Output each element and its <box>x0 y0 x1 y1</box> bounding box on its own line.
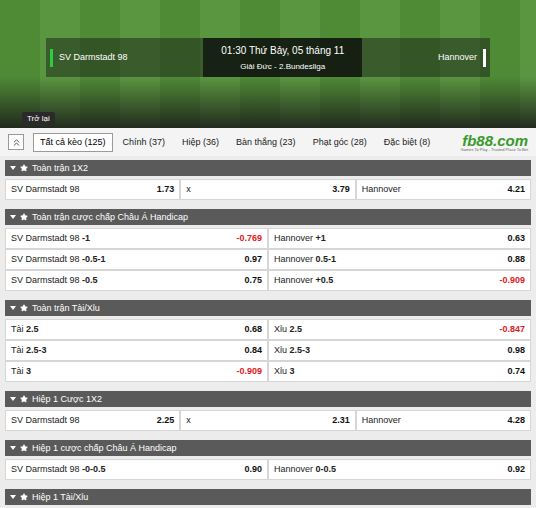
odds-cell[interactable]: SV Darmstadt 98 2.25 <box>5 410 180 431</box>
star-icon <box>20 164 28 172</box>
odds-cell[interactable]: Hannover +10.63 <box>268 228 531 249</box>
odds-cell[interactable]: Tài 3-0.909 <box>5 361 268 382</box>
tab[interactable]: Đặc biệt (8) <box>377 133 438 152</box>
odds-cell[interactable]: SV Darmstadt 98 -0.50.75 <box>5 270 268 291</box>
odds-cell[interactable]: Xỉu 2.5-0.847 <box>268 319 531 340</box>
collapse-arrow-icon <box>10 495 16 499</box>
odds-row: Tài 2.50.68Xỉu 2.5-0.847 <box>5 319 531 340</box>
odds-row: SV Darmstadt 98 -0.5-10.97Hannover 0.5-1… <box>5 249 531 270</box>
tab[interactable]: Bàn thắng (23) <box>229 133 303 152</box>
tab[interactable]: Hiệp (36) <box>175 133 226 152</box>
odds-cell[interactable]: Hannover 0-0.50.92 <box>268 459 531 480</box>
market-section: Toàn trận cược chấp Châu Á Handicap SV Da… <box>5 209 531 294</box>
odds-cell[interactable]: Tài 2.5-30.84 <box>5 340 268 361</box>
collapse-arrow-icon <box>10 446 16 450</box>
back-button[interactable]: Trở lại <box>22 112 55 126</box>
star-icon <box>20 213 28 221</box>
star-icon <box>20 444 28 452</box>
market-section: Hiệp 1 Tài/Xỉu <box>5 489 531 508</box>
odds-row: SV Darmstadt 98 -1-0.769Hannover +10.63 <box>5 228 531 249</box>
tab[interactable]: Chính (37) <box>116 133 173 152</box>
chevrons-up-icon <box>11 137 22 148</box>
odds-cell[interactable]: x 3.79 <box>180 179 355 200</box>
away-team: Hannover <box>438 49 490 67</box>
section-header[interactable]: Toàn trận cược chấp Châu Á Handicap <box>5 209 531 225</box>
section-header[interactable]: Hiệp 1 Tài/Xỉu <box>5 489 531 505</box>
collapse-arrow-icon <box>10 215 16 219</box>
odds-row: SV Darmstadt 98 -0.50.75Hannover +0.5-0.… <box>5 270 531 291</box>
collapse-arrow-icon <box>10 397 16 401</box>
section-header[interactable]: Toàn trận Tài/Xỉu <box>5 300 531 316</box>
odds-cell[interactable]: SV Darmstadt 98 -1-0.769 <box>5 228 268 249</box>
collapse-arrow-icon <box>10 306 16 310</box>
market-section: Toàn trận 1X2 SV Darmstadt 98 1.73x 3.79H… <box>5 160 531 203</box>
odds-cell[interactable]: SV Darmstadt 98 -0.5-10.97 <box>5 249 268 270</box>
odds-row: SV Darmstadt 98 2.25x 2.31Hannover 4.28 <box>5 410 531 431</box>
home-team: SV Darmstadt 98 <box>46 49 128 67</box>
tab[interactable]: Phạt góc (28) <box>306 133 374 152</box>
odds-row: Tài 2.5-30.84Xỉu 2.5-30.98 <box>5 340 531 361</box>
section-header[interactable]: Toàn trận 1X2 <box>5 160 531 176</box>
tab-bar: Tất cả kèo (125)Chính (37)Hiệp (36)Bàn t… <box>0 128 536 156</box>
odds-cell[interactable]: Xỉu 2.5-30.98 <box>268 340 531 361</box>
away-marker <box>483 49 486 67</box>
odds-cell[interactable]: Hannover +0.5-0.909 <box>268 270 531 291</box>
odds-cell[interactable]: Xỉu 30.74 <box>268 361 531 382</box>
odds-cell[interactable]: x 2.31 <box>180 410 355 431</box>
page: SV Darmstadt 98 01:30 Thứ Bảy, 05 tháng 1… <box>0 0 536 508</box>
section-header[interactable]: Hiệp 1 Cược 1X2 <box>5 391 531 407</box>
star-icon <box>20 493 28 501</box>
match-info: 01:30 Thứ Bảy, 05 tháng 11Giải Đức - 2.B… <box>203 38 362 77</box>
odds-cell[interactable]: Tài 2.50.68 <box>5 319 268 340</box>
match-header: SV Darmstadt 98 01:30 Thứ Bảy, 05 tháng 1… <box>0 0 536 128</box>
market-section: Toàn trận Tài/Xỉu Tài 2.50.68Xỉu 2.5-0.84… <box>5 300 531 385</box>
odds-cell[interactable]: Hannover 4.28 <box>356 410 531 431</box>
odds-cell[interactable]: Hannover 0.5-10.88 <box>268 249 531 270</box>
star-icon <box>20 304 28 312</box>
markets: Toàn trận 1X2SV Darmstadt 98 1.73x 3.79H… <box>0 160 536 508</box>
section-header[interactable]: Hiệp 1 cược chấp Châu Á Handicap <box>5 440 531 456</box>
odds-cell[interactable]: SV Darmstadt 98 1.73 <box>5 179 180 200</box>
odds-cell[interactable]: SV Darmstadt 98 -0-0.50.90 <box>5 459 268 480</box>
market-section: Hiệp 1 Cược 1X2 SV Darmstadt 98 2.25x 2.3… <box>5 391 531 434</box>
market-section: Hiệp 1 cược chấp Châu Á Handicap SV Darms… <box>5 440 531 483</box>
home-marker <box>50 49 53 67</box>
odds-cell[interactable]: Hannover 4.21 <box>356 179 531 200</box>
collapse-button[interactable] <box>8 134 24 150</box>
star-icon <box>20 395 28 403</box>
match-band: SV Darmstadt 98 01:30 Thứ Bảy, 05 tháng 1… <box>46 38 490 77</box>
collapse-arrow-icon <box>10 166 16 170</box>
tab[interactable]: Tất cả kèo (125) <box>33 133 113 152</box>
odds-row: SV Darmstadt 98 -0-0.50.90Hannover 0-0.5… <box>5 459 531 480</box>
odds-row: SV Darmstadt 98 1.73x 3.79Hannover 4.21 <box>5 179 531 200</box>
fb88-logo: fb88.comGames To Play - Trusted Place To… <box>461 133 528 152</box>
odds-row: Tài 3-0.909Xỉu 30.74 <box>5 361 531 382</box>
